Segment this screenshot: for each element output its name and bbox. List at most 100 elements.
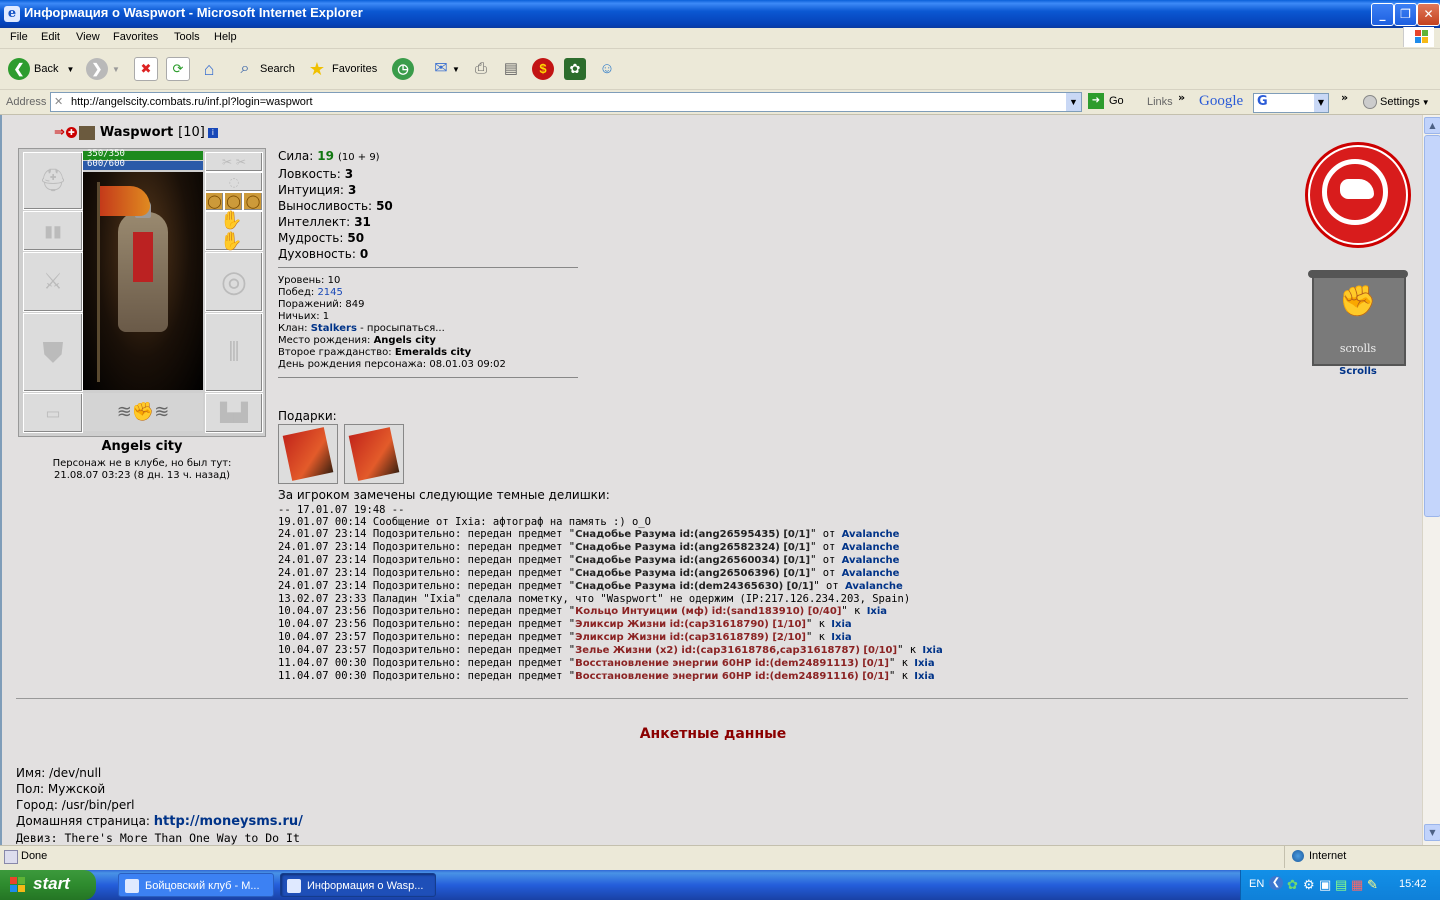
icq-icon[interactable]: ✿ bbox=[1287, 877, 1298, 893]
settings-icon bbox=[1363, 95, 1377, 109]
addon-button-2[interactable]: ✿ bbox=[564, 55, 586, 83]
address-input[interactable]: ✕ http://angelscity.combats.ru/inf.pl?lo… bbox=[50, 92, 1082, 112]
address-dropdown-icon[interactable]: ▼ bbox=[1066, 93, 1081, 111]
taskbar-item-1[interactable]: Бойцовский клуб - М... bbox=[118, 873, 274, 897]
menu-file[interactable]: File bbox=[10, 31, 28, 43]
legs-slot[interactable]: ⫴ bbox=[205, 313, 263, 392]
history-button[interactable]: ◷ bbox=[392, 55, 418, 83]
clan-icon[interactable] bbox=[78, 125, 95, 140]
homepage-link[interactable]: http://moneysms.ru/ bbox=[154, 814, 303, 829]
clan-logo[interactable]: ✊ scrolls bbox=[1308, 270, 1408, 366]
network-icon[interactable]: ▤ bbox=[1335, 877, 1347, 893]
gloves-icon: ✋✋ bbox=[220, 210, 243, 252]
weapon-slot[interactable]: ⚔ bbox=[23, 252, 83, 312]
settings-button[interactable]: Settings ▼ bbox=[1363, 95, 1430, 109]
log-user-link[interactable]: Ixia bbox=[867, 606, 887, 617]
divider bbox=[278, 267, 578, 268]
maximize-button[interactable]: ❐ bbox=[1394, 3, 1417, 26]
armor-slot[interactable]: ⛊ bbox=[23, 313, 83, 392]
back-button[interactable]: ❮ Back ▼ bbox=[8, 55, 74, 83]
info-icon[interactable]: i bbox=[207, 127, 218, 138]
scroll-up-icon[interactable]: ▲ bbox=[1424, 117, 1440, 134]
stat-label: Ловкость: bbox=[278, 167, 341, 181]
search-icon: ⌕ bbox=[240, 60, 250, 77]
refresh-button[interactable]: ⟳ bbox=[166, 55, 190, 83]
close-button[interactable]: ✕ bbox=[1417, 3, 1440, 26]
forward-button[interactable]: ❯ ▼ bbox=[86, 55, 120, 83]
antivirus-icon[interactable]: ▦ bbox=[1351, 877, 1363, 893]
menu-favorites[interactable]: Favorites bbox=[113, 31, 158, 43]
ring-slot-3[interactable]: ◯ bbox=[243, 192, 263, 211]
menu-view[interactable]: View bbox=[76, 31, 100, 43]
log-user-link[interactable]: Ixia bbox=[831, 632, 851, 643]
gloves-slot[interactable]: ✋✋ bbox=[205, 210, 263, 252]
messenger-button[interactable]: ☺ bbox=[596, 55, 618, 83]
start-button[interactable]: start bbox=[0, 870, 96, 900]
tray-tool-icon[interactable]: ✎ bbox=[1367, 877, 1378, 893]
log-user-link[interactable]: Avalanche bbox=[842, 542, 900, 553]
chevron-down-icon[interactable]: ▼ bbox=[66, 65, 74, 74]
character-level: [10] bbox=[178, 125, 205, 140]
vertical-scrollbar[interactable]: ▲ ▼ bbox=[1422, 115, 1440, 845]
log-user-link[interactable]: Avalanche bbox=[845, 581, 903, 592]
home-button[interactable]: ⌂ bbox=[198, 55, 220, 83]
menu-help[interactable]: Help bbox=[214, 31, 237, 43]
menu-edit[interactable]: Edit bbox=[41, 31, 60, 43]
google-g-icon: G bbox=[1257, 94, 1268, 109]
google-search-input[interactable]: G ▼ bbox=[1253, 93, 1329, 113]
info-losses: Поражений: 849 bbox=[278, 299, 365, 310]
clan-logo-label[interactable]: Scrolls bbox=[1308, 366, 1408, 377]
minimize-button[interactable]: _ bbox=[1371, 3, 1394, 26]
info-second-citizenship: Второе гражданство: Emeralds city bbox=[278, 347, 472, 358]
greaves-icon: ⫴ bbox=[228, 337, 240, 367]
search-button[interactable]: ⌕ Search bbox=[234, 55, 295, 83]
scroll-down-icon[interactable]: ▼ bbox=[1424, 824, 1440, 841]
helmet-slot[interactable]: ⛑ bbox=[23, 152, 83, 210]
stat-label: Мудрость: bbox=[278, 231, 344, 245]
log-user-link[interactable]: Ixia bbox=[914, 658, 934, 669]
amulet-slot[interactable]: ◌ bbox=[205, 172, 263, 192]
belt-slot[interactable]: ▭ bbox=[23, 393, 83, 433]
ring-slot-1[interactable]: ◯ bbox=[205, 192, 224, 211]
arrow-icon[interactable]: ⇒ bbox=[54, 125, 65, 140]
taskbar-item-2[interactable]: Информация о Wasp... bbox=[280, 873, 436, 897]
log-user-link[interactable]: Avalanche bbox=[842, 529, 900, 540]
boots-slot[interactable]: ▙▟ bbox=[205, 393, 263, 433]
go-button[interactable]: ➜ Go bbox=[1088, 93, 1124, 109]
favorites-button[interactable]: ★ Favorites bbox=[306, 55, 377, 83]
log-line: 24.01.07 23:14 Подозрительно: передан пр… bbox=[278, 580, 903, 592]
gift-1[interactable] bbox=[278, 424, 338, 484]
chevron-right-icon[interactable]: » bbox=[1178, 91, 1185, 104]
print-icon: ⎙ bbox=[474, 60, 487, 77]
earring-slot[interactable]: ✂ ✂ bbox=[205, 152, 263, 172]
edit-button[interactable]: ▤ bbox=[500, 55, 522, 83]
menu-tools[interactable]: Tools bbox=[174, 31, 200, 43]
gifts-label: Подарки: bbox=[278, 409, 337, 423]
log-user-link[interactable]: Ixia bbox=[831, 619, 851, 630]
club-note-line-1: Персонаж не в клубе, но был тут: bbox=[52, 458, 232, 469]
ring-slot-2[interactable]: ◯ bbox=[224, 192, 243, 211]
log-user-link[interactable]: Avalanche bbox=[842, 555, 900, 566]
align-icon[interactable]: ✚ bbox=[65, 127, 77, 138]
print-button[interactable]: ⎙ bbox=[470, 55, 492, 83]
log-user-link[interactable]: Avalanche bbox=[842, 568, 900, 579]
steam-icon[interactable]: ⚙ bbox=[1303, 877, 1315, 893]
gift-2[interactable] bbox=[344, 424, 404, 484]
addon-button-1[interactable]: $ bbox=[532, 55, 558, 83]
bracer-slot[interactable]: ▮▮ bbox=[23, 211, 83, 251]
windows-logo-icon bbox=[1403, 27, 1434, 47]
stop-button[interactable]: ✖ bbox=[134, 55, 158, 83]
log-user-link[interactable]: Ixia bbox=[922, 645, 942, 656]
mail-button[interactable]: ✉ ▼ bbox=[430, 55, 460, 83]
log-user-link[interactable]: Ixia bbox=[914, 671, 934, 682]
language-indicator[interactable]: EN bbox=[1249, 878, 1264, 890]
log-line: 11.04.07 00:30 Подозрительно: передан пр… bbox=[278, 670, 935, 682]
shield-slot[interactable]: ◎ bbox=[205, 252, 263, 312]
chevron-right-icon[interactable]: » bbox=[1341, 91, 1348, 104]
chevron-down-icon[interactable]: ▼ bbox=[1314, 94, 1328, 112]
links-button[interactable]: Links bbox=[1147, 96, 1173, 108]
scroll-thumb[interactable] bbox=[1424, 135, 1440, 517]
tray-app-icon[interactable]: ▣ bbox=[1319, 877, 1331, 893]
tray-expand-icon[interactable]: ❮ bbox=[1269, 876, 1283, 890]
stat-value: 3 bbox=[347, 183, 357, 197]
